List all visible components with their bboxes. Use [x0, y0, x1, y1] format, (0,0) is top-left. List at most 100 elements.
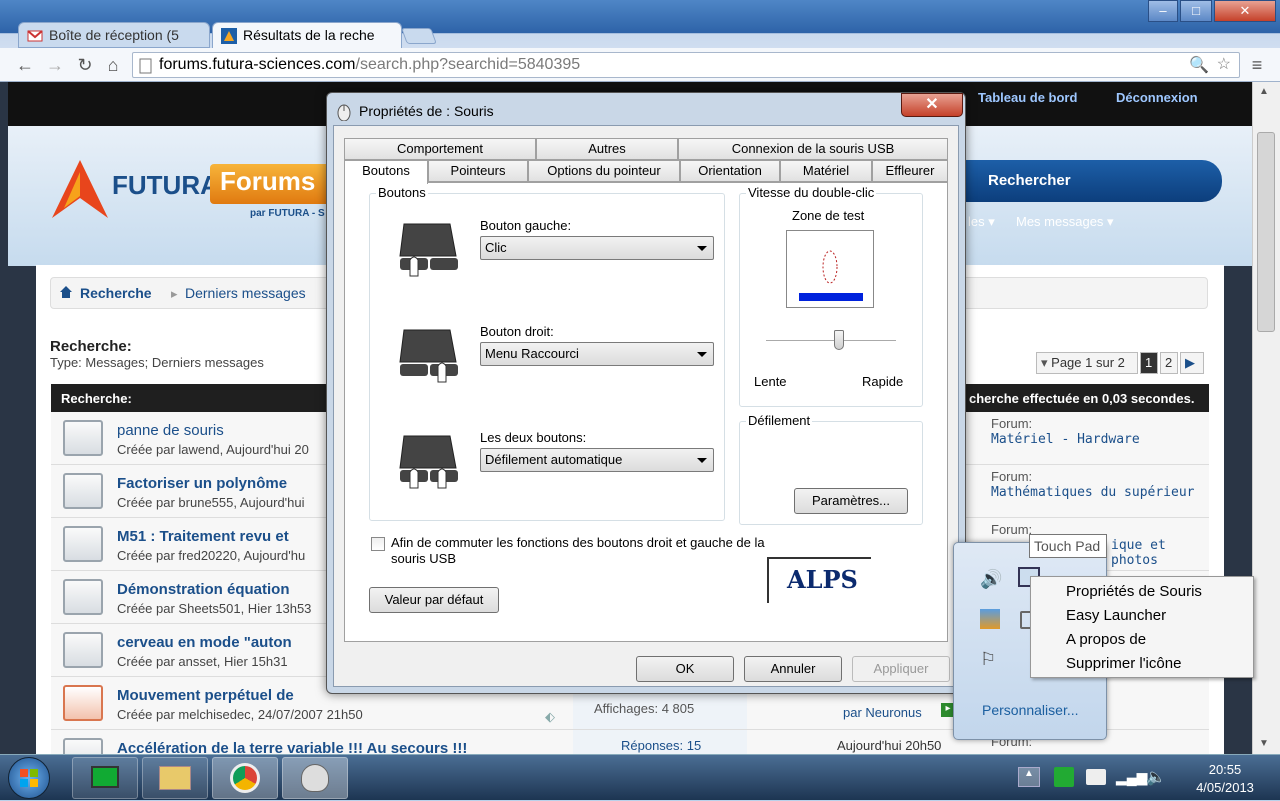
thread-meta: Créée par lawend, Aujourd'hui 20 — [117, 442, 309, 457]
taskbar-chrome[interactable] — [212, 757, 278, 799]
tab-comportement[interactable]: Comportement — [344, 138, 536, 160]
thread-title[interactable]: M51 : Traitement revu et — [117, 528, 289, 545]
results-title: Recherche: — [50, 338, 132, 355]
nav-les-menu[interactable]: les ▾ — [968, 214, 995, 230]
apply-button[interactable]: Appliquer — [852, 656, 950, 682]
speed-slider-track[interactable] — [766, 340, 896, 342]
scrollbar-thumb[interactable] — [1257, 132, 1275, 332]
page-1[interactable]: 1 — [1140, 352, 1158, 374]
forum-link[interactable]: Matériel - Hardware — [991, 432, 1140, 447]
tab-connexion-usb[interactable]: Connexion de la souris USB — [678, 138, 948, 160]
menu-item-remove-icon[interactable]: Supprimer l'icône — [1066, 655, 1181, 672]
test-zone[interactable] — [786, 230, 874, 308]
touchpad-both-buttons-icon — [399, 435, 458, 489]
browser-toolbar: ← → ↻ ⌂ forums.futura-sciences.com/searc… — [0, 48, 1280, 82]
taskbar-task-manager[interactable] — [72, 757, 138, 799]
clock[interactable]: 20:55 4/05/2013 — [1180, 761, 1270, 797]
menu-item-easy-launcher[interactable]: Easy Launcher — [1066, 607, 1166, 624]
fast-label: Rapide — [862, 374, 904, 389]
customize-link[interactable]: Personnaliser... — [982, 702, 1079, 718]
volume-icon[interactable]: 🔈 — [1146, 767, 1166, 787]
page-scrollbar[interactable]: ▲ ▼ — [1252, 82, 1280, 754]
thread-title[interactable]: panne de souris — [117, 422, 224, 439]
group-buttons: Boutons Bouton gauche: Clic Bouton droit… — [369, 185, 725, 521]
menu-icon[interactable]: ≡ — [1246, 54, 1268, 76]
futura-logo[interactable]: FUTURA Forums par FUTURA - S — [50, 158, 330, 219]
start-button[interactable] — [8, 757, 50, 799]
reload-icon[interactable]: ↻ — [74, 54, 96, 76]
tag-icon: ⬖ — [545, 709, 555, 724]
params-button[interactable]: Paramètres... — [794, 488, 908, 514]
breadcrumb-search[interactable]: Recherche — [80, 285, 152, 301]
wifi-signal-icon[interactable]: ▂▄▆ — [1116, 769, 1147, 786]
dashboard-link[interactable]: Tableau de bord — [978, 90, 1077, 105]
mouse-icon — [301, 764, 329, 792]
clock-date: 4/05/2013 — [1196, 780, 1254, 795]
tab-options-pointeur[interactable]: Options du pointeur — [528, 160, 680, 182]
forward-icon[interactable]: → — [44, 54, 66, 76]
page-2[interactable]: 2 — [1160, 352, 1178, 374]
menu-item-about[interactable]: A propos de — [1066, 631, 1146, 648]
taskbar-mouse-properties[interactable] — [282, 757, 348, 799]
bookmark-star-icon[interactable]: ☆ — [1217, 54, 1231, 74]
forum-link[interactable]: ique et photos — [1111, 538, 1209, 568]
taskbar: ▲ ▂▄▆ 🔈 20:55 4/05/2013 — [0, 754, 1280, 800]
chevron-down-icon — [697, 352, 707, 357]
forum-label: Forum: — [991, 416, 1033, 431]
tab-effleurer[interactable]: Effleurer — [872, 160, 948, 182]
last-poster[interactable]: par Neuronus — [843, 705, 922, 720]
forum-link[interactable]: Mathématiques du supérieur — [991, 485, 1195, 500]
dialog-close-button[interactable]: ✕ — [901, 93, 963, 117]
url-host: forums.futura-sciences.com — [159, 56, 356, 73]
thread-title[interactable]: Démonstration équation — [117, 581, 290, 598]
speaker-icon[interactable]: 🔊 — [980, 569, 1002, 590]
touchpad-taskbar-icon[interactable] — [1086, 769, 1106, 785]
home-icon[interactable]: ⌂ — [102, 54, 124, 76]
tab-inbox[interactable]: Boîte de réception (5 — [18, 22, 210, 48]
both-buttons-select[interactable]: Défilement automatique — [480, 448, 714, 472]
chevron-down-icon — [697, 246, 707, 251]
cancel-button[interactable]: Annuler — [744, 656, 842, 682]
taskbar-explorer[interactable] — [142, 757, 208, 799]
home-icon[interactable] — [59, 285, 73, 299]
tab-boutons[interactable]: Boutons — [344, 160, 428, 184]
ok-button[interactable]: OK — [636, 656, 734, 682]
right-button-select[interactable]: Menu Raccourci — [480, 342, 714, 366]
breadcrumb-latest[interactable]: Derniers messages — [185, 285, 306, 301]
search-nav-button[interactable]: Rechercher — [950, 160, 1222, 202]
logout-link[interactable]: Déconnexion — [1116, 90, 1198, 105]
thread-title[interactable]: Mouvement perpétuel de — [117, 687, 294, 704]
next-page-icon[interactable]: ▶ — [1180, 352, 1204, 374]
maximize-button[interactable]: □ — [1180, 0, 1212, 22]
nav-my-messages-menu[interactable]: Mes messages ▾ — [1016, 214, 1114, 230]
left-button-select[interactable]: Clic — [480, 236, 714, 260]
new-tab-button[interactable] — [401, 28, 437, 44]
back-icon[interactable]: ← — [14, 54, 36, 76]
speed-slider-thumb[interactable] — [834, 330, 844, 350]
swap-buttons-label: Afin de commuter les fonctions des bouto… — [391, 535, 765, 566]
minimize-button[interactable]: – — [1148, 0, 1178, 22]
swap-buttons-checkbox[interactable] — [371, 537, 385, 551]
views-count: Affichages: 4 805 — [594, 701, 695, 716]
thread-title[interactable]: Factoriser un polynôme — [117, 475, 287, 492]
menu-item-mouse-properties[interactable]: Propriétés de Souris — [1066, 583, 1202, 600]
show-hidden-icons-button[interactable]: ▲ — [1018, 767, 1040, 787]
tab-orientation[interactable]: Orientation — [680, 160, 780, 182]
thread-title[interactable]: cerveau en mode "auton — [117, 634, 292, 651]
tab-search-results[interactable]: Résultats de la reche — [212, 22, 402, 48]
network-tray-icon[interactable] — [980, 609, 1000, 629]
thread-title[interactable]: Accélération de la terre variable !!! Au… — [117, 740, 467, 754]
address-bar[interactable]: forums.futura-sciences.com/search.php?se… — [132, 52, 1240, 78]
results-type: Type: Messages; Derniers messages — [50, 355, 264, 370]
task-manager-icon — [91, 766, 119, 788]
left-button-label: Bouton gauche: — [480, 218, 572, 233]
zoom-icon[interactable]: 🔍 — [1189, 55, 1209, 75]
tab-materiel[interactable]: Matériel — [780, 160, 872, 182]
default-button[interactable]: Valeur par défaut — [369, 587, 499, 613]
close-window-button[interactable]: ✕ — [1214, 0, 1276, 22]
tab-autres[interactable]: Autres — [536, 138, 678, 160]
action-center-flag-icon[interactable]: ⚐ — [980, 649, 996, 670]
pager-dropdown[interactable]: ▾ Page 1 sur 2 — [1036, 352, 1138, 374]
tab-pointeurs[interactable]: Pointeurs — [428, 160, 528, 182]
sync-tray-icon[interactable] — [1054, 767, 1074, 787]
